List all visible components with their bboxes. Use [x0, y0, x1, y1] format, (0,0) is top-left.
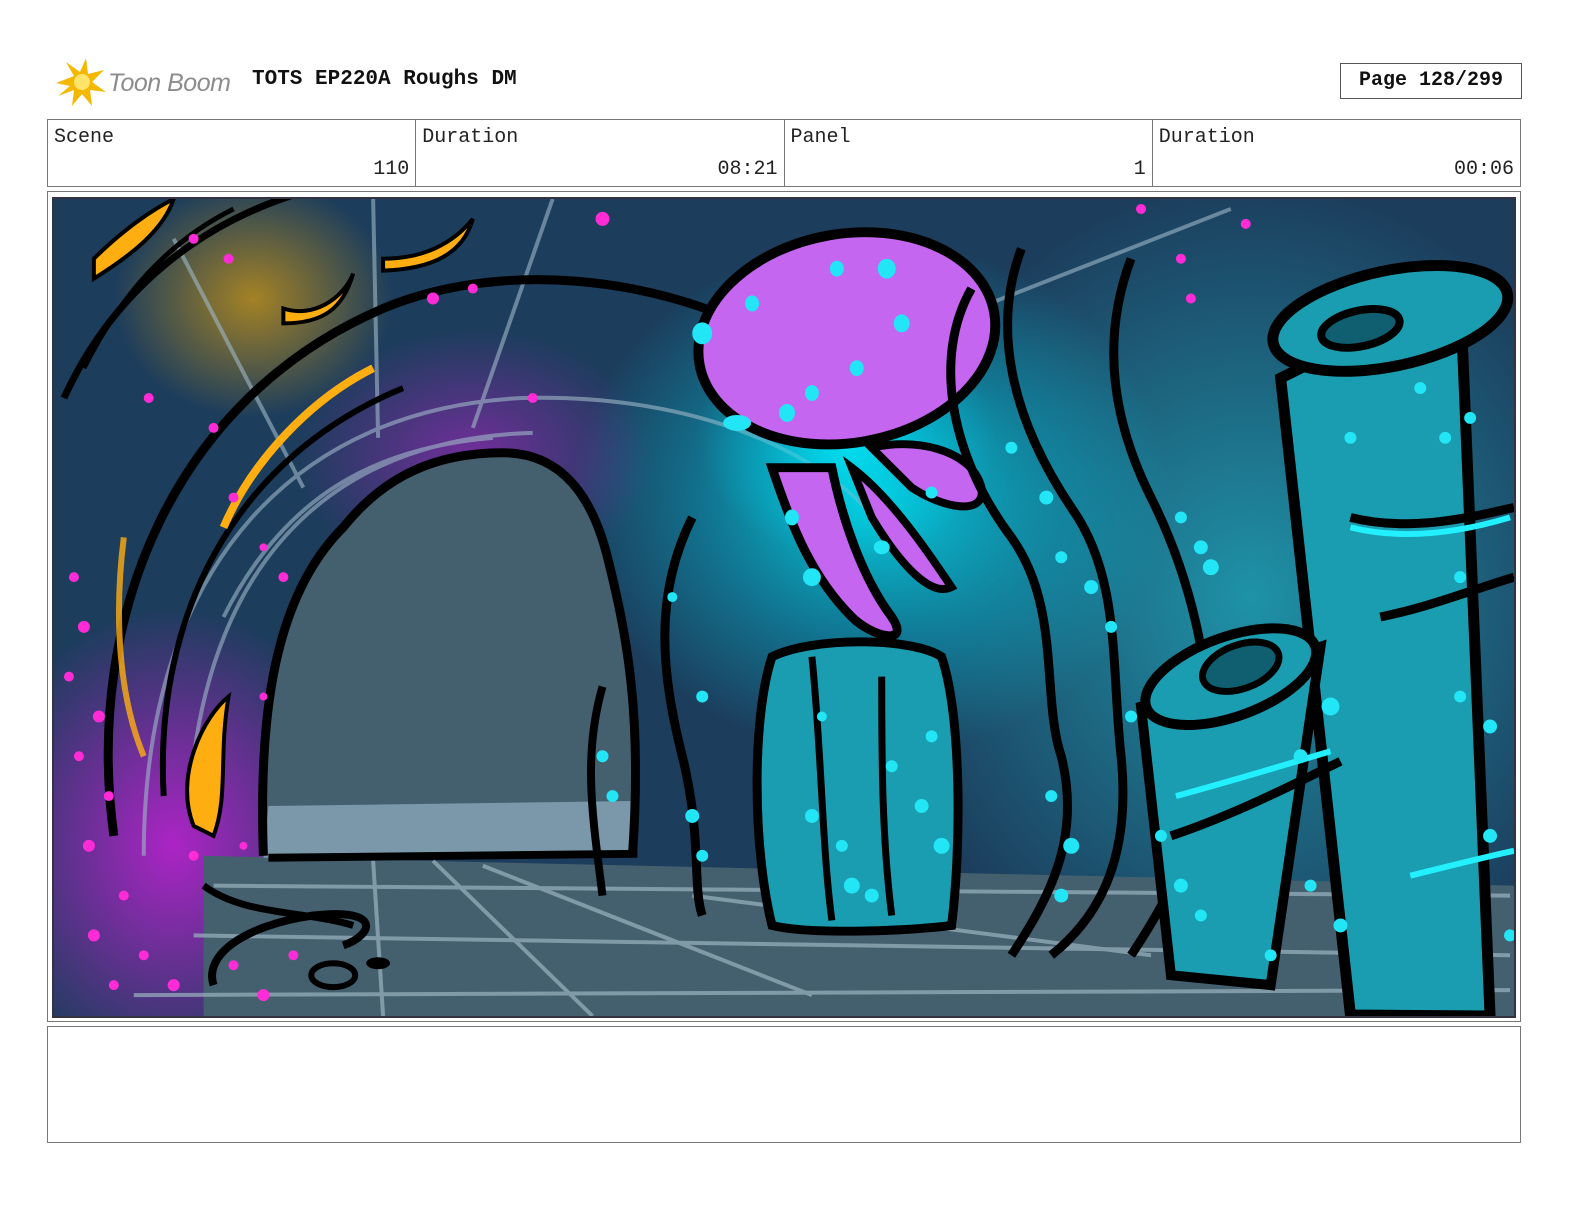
panel-cell: Panel 1 — [785, 120, 1153, 186]
panel-duration-label: Duration — [1158, 126, 1255, 149]
logo-wordmark: Toon Boom — [108, 69, 231, 97]
scene-duration-label: Duration — [422, 126, 519, 149]
starburst-icon — [56, 58, 106, 106]
panel-info-row: Scene 110 Duration 08:21 Panel 1 Duratio… — [47, 119, 1521, 187]
scene-duration-cell: Duration 08:21 — [416, 120, 785, 186]
panel-label: Panel — [790, 126, 851, 149]
panel-duration-cell: Duration 00:06 — [1153, 120, 1520, 186]
page-indicator: Page 128/299 — [1340, 63, 1522, 99]
underwater-cave-illustration — [54, 199, 1514, 1016]
scene-cell: Scene 110 — [48, 120, 417, 186]
scene-value: 110 — [373, 158, 410, 181]
panel-frame — [47, 191, 1521, 1022]
panel-value: 1 — [1133, 158, 1146, 181]
panel-notes-box — [47, 1026, 1521, 1143]
panel-duration-value: 00:06 — [1453, 158, 1514, 181]
toon-boom-logo: Toon Boom — [52, 58, 242, 108]
scene-label: Scene — [54, 126, 115, 149]
storyboard-header: Toon Boom TOTS EP220A Roughs DM Page 128… — [48, 56, 1522, 108]
project-title: TOTS EP220A Roughs DM — [252, 68, 517, 91]
scene-duration-value: 08:21 — [717, 158, 778, 181]
storyboard-drawing — [52, 197, 1516, 1018]
